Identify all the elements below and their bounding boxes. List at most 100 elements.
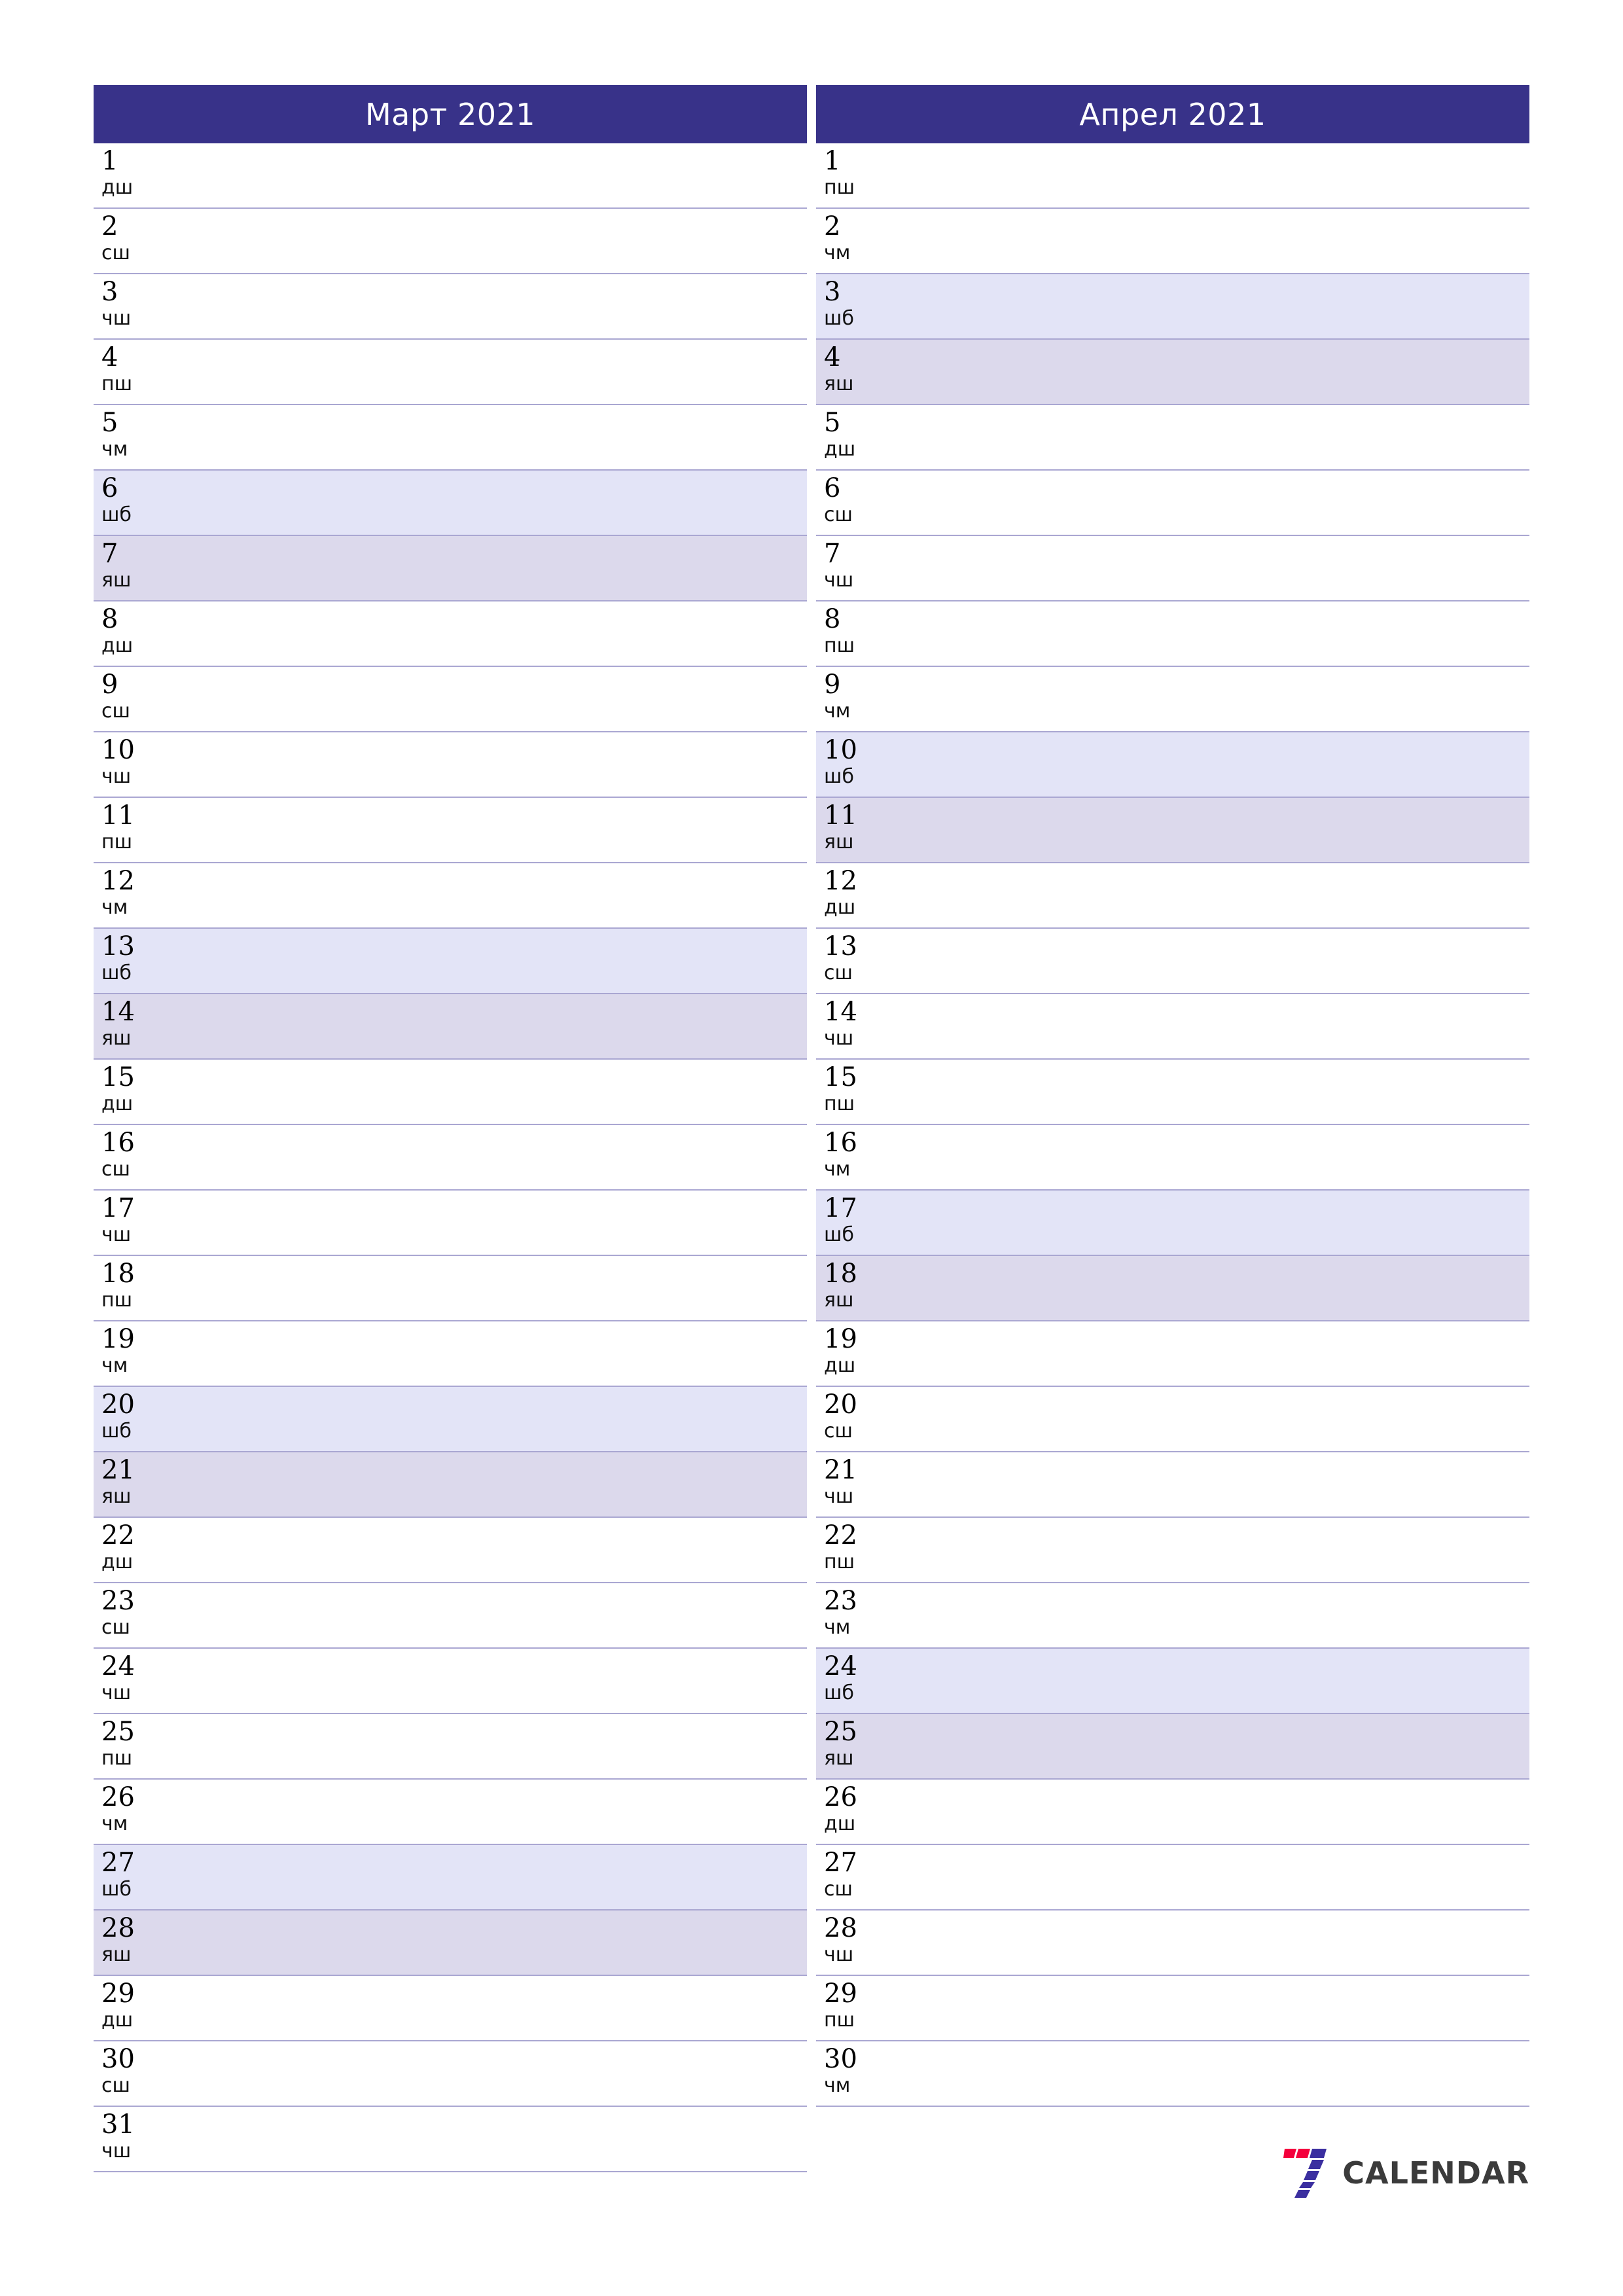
day-row[interactable]: 8 дш [94, 601, 807, 667]
day-row[interactable]: 9 чм [816, 667, 1529, 732]
day-number: 24 [101, 1651, 135, 1681]
monthly-planner: Март 2021 1 дш 2 сш 3 чш 4 пш 5 чм 6 шб 7 яш 8 дш 9 сш 10 ч… [94, 85, 1529, 2206]
day-row[interactable]: 30 сш [94, 2041, 807, 2107]
day-row[interactable]: 13 сш [816, 929, 1529, 994]
day-row[interactable]: 23 чм [816, 1583, 1529, 1649]
day-row[interactable]: 16 чм [816, 1125, 1529, 1191]
day-row[interactable]: 10 чш [94, 732, 807, 798]
day-number: 11 [824, 800, 857, 831]
day-row[interactable]: 31 чш [94, 2107, 807, 2172]
day-weekday-abbrev: шб [101, 1878, 132, 1901]
day-number: 6 [101, 473, 118, 503]
day-number: 17 [101, 1193, 135, 1223]
day-number: 4 [824, 342, 841, 372]
day-row[interactable]: 20 сш [816, 1387, 1529, 1452]
day-row[interactable]: 30 чм [816, 2041, 1529, 2107]
day-row[interactable]: 2 чм [816, 209, 1529, 274]
day-row[interactable]: 24 шб [816, 1649, 1529, 1714]
day-number: 13 [101, 931, 135, 961]
day-row[interactable]: 7 яш [94, 536, 807, 601]
day-row[interactable]: 15 пш [816, 1060, 1529, 1125]
day-weekday-abbrev: сш [101, 1616, 130, 1639]
day-weekday-abbrev: чм [101, 438, 128, 461]
day-row[interactable]: 22 дш [94, 1518, 807, 1583]
day-row[interactable]: 29 дш [94, 1976, 807, 2041]
day-row[interactable]: 6 сш [816, 471, 1529, 536]
day-row[interactable]: 28 яш [94, 1910, 807, 1976]
day-row[interactable]: 20 шб [94, 1387, 807, 1452]
day-row[interactable]: 17 чш [94, 1191, 807, 1256]
day-row[interactable]: 28 чш [816, 1910, 1529, 1976]
day-row[interactable]: 11 яш [816, 798, 1529, 863]
day-row[interactable]: 27 шб [94, 1845, 807, 1910]
day-weekday-abbrev: чш [101, 1223, 132, 1246]
day-row[interactable]: 7 чш [816, 536, 1529, 601]
day-weekday-abbrev: сш [101, 1158, 130, 1181]
day-row[interactable]: 18 яш [816, 1256, 1529, 1321]
day-weekday-abbrev: пш [824, 2009, 855, 2032]
day-weekday-abbrev: пш [824, 634, 855, 657]
day-row[interactable]: 10 шб [816, 732, 1529, 798]
day-weekday-abbrev: яш [824, 831, 854, 853]
day-number: 6 [824, 473, 841, 503]
day-row[interactable]: 6 шб [94, 471, 807, 536]
day-row[interactable]: 13 шб [94, 929, 807, 994]
day-weekday-abbrev: сш [101, 2074, 130, 2097]
day-row[interactable]: 18 пш [94, 1256, 807, 1321]
day-row[interactable]: 3 шб [816, 274, 1529, 340]
day-row[interactable]: 1 дш [94, 143, 807, 209]
brand-logo: CALENDAR [1281, 2140, 1529, 2206]
day-weekday-abbrev: пш [824, 1092, 855, 1115]
day-weekday-abbrev: шб [101, 961, 132, 984]
day-row[interactable]: 5 чм [94, 405, 807, 471]
day-row[interactable]: 5 дш [816, 405, 1529, 471]
day-row[interactable]: 11 пш [94, 798, 807, 863]
day-number: 23 [824, 1586, 857, 1616]
day-row[interactable]: 2 сш [94, 209, 807, 274]
day-number: 10 [824, 735, 857, 765]
day-row[interactable]: 8 пш [816, 601, 1529, 667]
day-row[interactable]: 12 дш [816, 863, 1529, 929]
day-row[interactable]: 25 яш [816, 1714, 1529, 1780]
day-row[interactable]: 26 дш [816, 1780, 1529, 1845]
day-row[interactable]: 17 шб [816, 1191, 1529, 1256]
day-row[interactable]: 21 чш [816, 1452, 1529, 1518]
day-row[interactable]: 14 чш [816, 994, 1529, 1060]
day-weekday-abbrev: шб [824, 1223, 854, 1246]
day-weekday-abbrev: шб [101, 1420, 132, 1443]
day-weekday-abbrev: дш [824, 896, 856, 919]
day-weekday-abbrev: чш [101, 765, 132, 788]
day-number: 9 [101, 670, 118, 700]
day-row[interactable]: 19 дш [816, 1321, 1529, 1387]
day-weekday-abbrev: яш [824, 1289, 854, 1312]
day-row[interactable]: 3 чш [94, 274, 807, 340]
day-number: 14 [101, 997, 135, 1027]
day-row[interactable]: 22 пш [816, 1518, 1529, 1583]
day-row[interactable]: 27 сш [816, 1845, 1529, 1910]
day-weekday-abbrev: пш [101, 372, 133, 395]
day-row[interactable]: 4 пш [94, 340, 807, 405]
day-row[interactable]: 26 чм [94, 1780, 807, 1845]
day-number: 1 [824, 146, 841, 176]
day-row[interactable]: 4 яш [816, 340, 1529, 405]
day-number: 8 [101, 604, 118, 634]
day-number: 7 [101, 539, 118, 569]
day-list-right: 1 пш 2 чм 3 шб 4 яш 5 дш 6 сш 7 чш 8 пш 9 чм 10 шб 11 яш 12 дш 1… [816, 143, 1529, 2172]
day-row[interactable]: 23 сш [94, 1583, 807, 1649]
day-row[interactable]: 25 пш [94, 1714, 807, 1780]
day-row[interactable]: 19 чм [94, 1321, 807, 1387]
day-number: 19 [101, 1324, 135, 1354]
day-weekday-abbrev: яш [824, 1747, 854, 1770]
day-row[interactable]: 15 дш [94, 1060, 807, 1125]
day-row[interactable]: 12 чм [94, 863, 807, 929]
day-row[interactable]: 21 яш [94, 1452, 807, 1518]
day-number: 18 [101, 1259, 135, 1289]
day-weekday-abbrev: дш [824, 438, 856, 461]
day-row[interactable]: 24 чш [94, 1649, 807, 1714]
day-row[interactable]: 1 пш [816, 143, 1529, 209]
day-number: 11 [101, 800, 135, 831]
day-row[interactable]: 9 сш [94, 667, 807, 732]
day-row[interactable]: 29 пш [816, 1976, 1529, 2041]
day-row[interactable]: 14 яш [94, 994, 807, 1060]
day-row[interactable]: 16 сш [94, 1125, 807, 1191]
